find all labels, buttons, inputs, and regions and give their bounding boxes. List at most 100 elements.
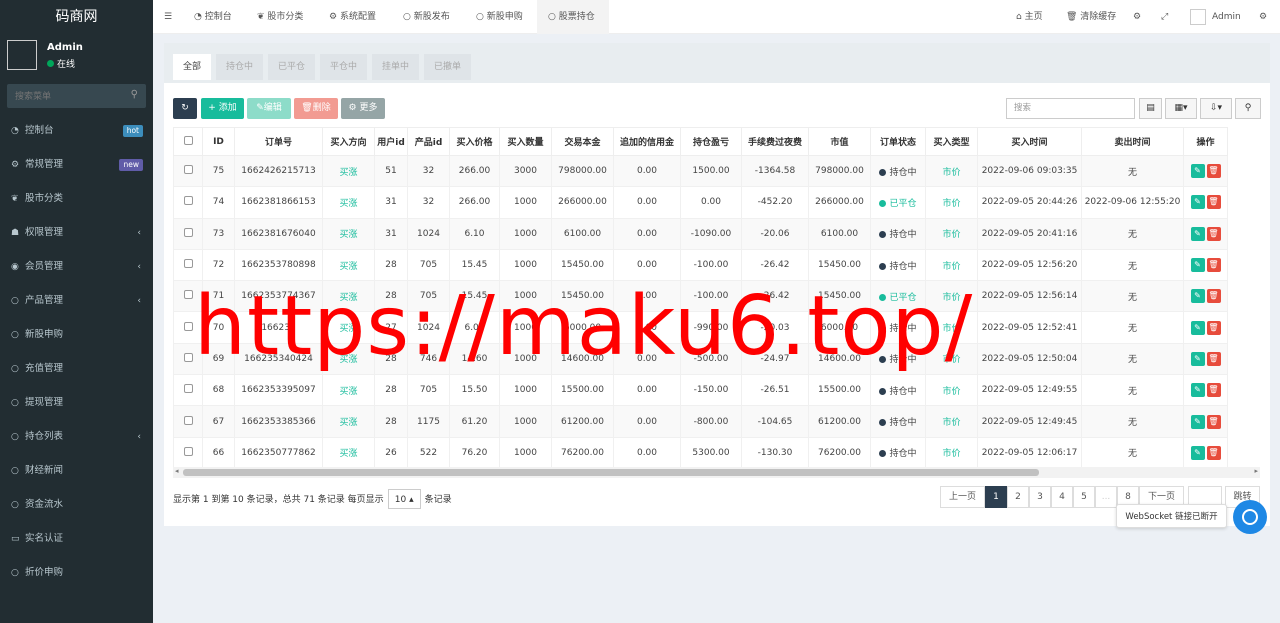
select-all-checkbox[interactable] (173, 127, 203, 156)
tab-stock-positions[interactable]: ○ 股票持仓 (537, 0, 609, 34)
scroll-right-icon[interactable]: ▸ (1254, 467, 1258, 475)
edit-row-icon[interactable]: ✎ (1190, 414, 1205, 429)
edit-row-icon[interactable]: ✎ (1190, 320, 1205, 335)
page-2-button[interactable]: 2 (1007, 486, 1029, 508)
chat-button[interactable] (1233, 500, 1267, 534)
admin-menu[interactable]: Admin (1190, 0, 1241, 34)
app-logo[interactable]: 码商网 (0, 0, 153, 34)
sidebar-item-recharge[interactable]: ○ 充值管理 (0, 352, 153, 386)
table-row[interactable]: 67 1662353385366 买涨 28 1175 61.20 1000 61200.00… (173, 405, 1228, 438)
col-user-id[interactable]: 用户id (374, 127, 408, 156)
delete-row-icon[interactable]: 🗑 (1206, 414, 1221, 429)
horizontal-scrollbar[interactable]: ◂ ▸ (173, 467, 1260, 478)
col-buy-time[interactable]: 买入时间 (977, 127, 1082, 156)
fullscreen-icon[interactable]: ⤢ (1161, 0, 1168, 34)
row-checkbox-cell[interactable] (173, 436, 203, 469)
checkbox[interactable] (183, 196, 193, 206)
toggle-view-icon[interactable]: ▤ (1139, 98, 1162, 119)
edit-row-icon[interactable]: ✎ (1190, 351, 1205, 366)
delete-row-icon[interactable]: 🗑 (1206, 164, 1221, 179)
checkbox[interactable] (183, 290, 193, 300)
tab-system-config[interactable]: ⚙ 系统配置 (329, 0, 376, 34)
edit-row-icon[interactable]: ✎ (1190, 195, 1205, 210)
sidebar-item-ipo-subscribe[interactable]: ○ 新股申购 (0, 318, 153, 352)
tab-ipo-publish[interactable]: ○ 新股发布 (403, 0, 450, 34)
sidebar-item-products[interactable]: ○ 产品管理 ‹ (0, 284, 153, 318)
row-checkbox-cell[interactable] (173, 217, 203, 250)
checkbox[interactable] (183, 352, 193, 362)
sidebar-item-positions[interactable]: ○ 持仓列表 ‹ (0, 420, 153, 454)
filter-tab-pending[interactable]: 挂单中 (372, 54, 420, 80)
edit-row-icon[interactable]: ✎ (1190, 258, 1205, 273)
sidebar-item-dashboard[interactable]: ◔ 控制台 hot (0, 114, 153, 148)
col-principal[interactable]: 交易本金 (551, 127, 614, 156)
add-button[interactable]: + 添加 (201, 98, 244, 119)
prev-page-button[interactable]: 上一页 (940, 486, 985, 508)
filter-tab-closed[interactable]: 已平仓 (268, 54, 316, 80)
edit-button[interactable]: ✎编辑 (247, 98, 291, 119)
filter-tab-cancelled[interactable]: 已撤单 (424, 54, 472, 80)
sidebar-item-members[interactable]: ◉ 会员管理 ‹ (0, 250, 153, 284)
table-search-input[interactable]: 搜索 (1006, 98, 1135, 119)
col-pnl[interactable]: 持仓盈亏 (680, 127, 742, 156)
col-fees[interactable]: 手续费过夜费 (741, 127, 809, 156)
menu-toggle-icon[interactable]: ☰ (164, 0, 172, 34)
col-buy-qty[interactable]: 买入数量 (499, 127, 552, 156)
scrollbar-thumb[interactable] (183, 469, 1039, 476)
row-checkbox-cell[interactable] (173, 405, 203, 438)
delete-row-icon[interactable]: 🗑 (1206, 226, 1221, 241)
delete-button[interactable]: 🗑删除 (294, 98, 338, 119)
table-row[interactable]: 75 1662426215713 买涨 51 32 266.00 3000 798000.00… (173, 154, 1228, 188)
sidebar-item-withdraw[interactable]: ○ 提现管理 (0, 386, 153, 420)
tab-market-category[interactable]: ❦ 股市分类 (257, 0, 303, 34)
search-icon[interactable]: ⚲ (1235, 98, 1261, 119)
edit-row-icon[interactable]: ✎ (1190, 289, 1205, 304)
col-buy-price[interactable]: 买入价格 (449, 127, 500, 156)
sidebar-item-realname[interactable]: ▭ 实名认证 (0, 522, 153, 556)
row-checkbox-cell[interactable] (173, 248, 203, 282)
scroll-left-icon[interactable]: ◂ (175, 467, 179, 475)
filter-tab-all[interactable]: 全部 (173, 54, 212, 80)
delete-row-icon[interactable]: 🗑 (1206, 289, 1221, 304)
table-row[interactable]: 73 1662381676040 买涨 31 1024 6.10 1000 6100.00 0.… (173, 217, 1228, 250)
settings-toggle-icon[interactable]: ⚙ (1133, 0, 1141, 34)
row-checkbox-cell[interactable] (173, 186, 203, 219)
refresh-button[interactable]: ↻ (173, 98, 197, 119)
table-row[interactable]: 68 1662353395097 买涨 28 705 15.50 1000 15500.00 0… (173, 374, 1228, 407)
page-3-button[interactable]: 3 (1029, 486, 1051, 508)
sidebar-item-market-category[interactable]: ❦ 股市分类 (0, 182, 153, 216)
menu-search-input[interactable] (7, 84, 117, 108)
tab-dashboard[interactable]: ◔ 控制台 (194, 0, 232, 34)
delete-row-icon[interactable]: 🗑 (1206, 195, 1221, 210)
col-sell-time[interactable]: 卖出时间 (1081, 127, 1184, 156)
checkbox[interactable] (183, 446, 193, 456)
more-button[interactable]: ⚙ 更多 (341, 98, 385, 119)
delete-row-icon[interactable]: 🗑 (1206, 383, 1221, 398)
delete-row-icon[interactable]: 🗑 (1206, 445, 1221, 460)
col-product-id[interactable]: 产品id (407, 127, 450, 156)
edit-row-icon[interactable]: ✎ (1190, 445, 1205, 460)
checkbox[interactable] (183, 415, 193, 425)
col-credit[interactable]: 追加的信用金 (613, 127, 681, 156)
edit-row-icon[interactable]: ✎ (1190, 226, 1205, 241)
table-row[interactable]: 72 1662353780898 买涨 28 705 15.45 1000 15450.00 0… (173, 248, 1228, 282)
table-row[interactable]: 66 1662350777862 买涨 26 522 76.20 1000 76200.00 0… (173, 436, 1228, 469)
page-1-button[interactable]: 1 (985, 486, 1007, 508)
col-id[interactable]: ID (202, 127, 235, 156)
col-buy-type[interactable]: 买入类型 (925, 127, 978, 156)
delete-row-icon[interactable]: 🗑 (1206, 351, 1221, 366)
filter-tab-holding[interactable]: 持仓中 (216, 54, 264, 80)
delete-row-icon[interactable]: 🗑 (1206, 320, 1221, 335)
export-dropdown-icon[interactable]: ⇩▾ (1200, 98, 1232, 119)
columns-dropdown-icon[interactable]: ▦▾ (1165, 98, 1197, 119)
page-4-button[interactable]: 4 (1051, 486, 1073, 508)
col-status[interactable]: 订单状态 (870, 127, 926, 156)
sidebar-item-permissions[interactable]: ☗ 权限管理 ‹ (0, 216, 153, 250)
row-checkbox-cell[interactable] (173, 154, 203, 188)
tab-ipo-subscribe[interactable]: ○ 新股申购 (476, 0, 523, 34)
col-direction[interactable]: 买入方向 (322, 127, 375, 156)
col-market-value[interactable]: 市值 (808, 127, 871, 156)
delete-row-icon[interactable]: 🗑 (1206, 258, 1221, 273)
edit-row-icon[interactable]: ✎ (1190, 383, 1205, 398)
checkbox[interactable] (183, 321, 193, 331)
